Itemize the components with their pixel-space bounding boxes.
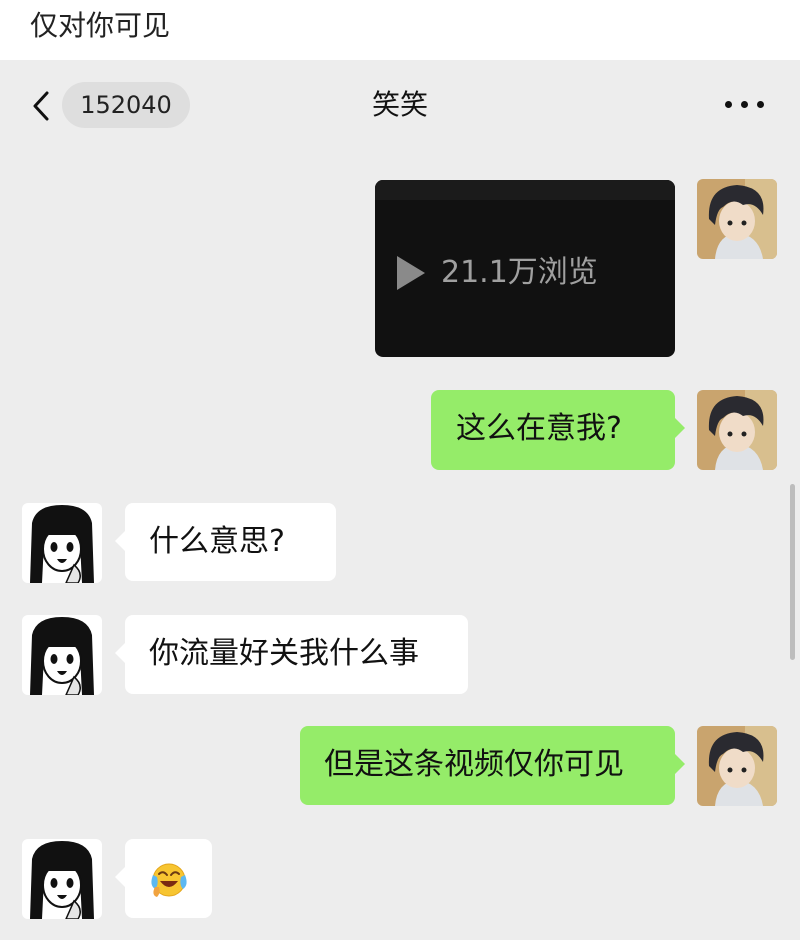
my-avatar[interactable]	[697, 726, 777, 806]
ellipsis-icon[interactable]	[722, 92, 768, 116]
contact-avatar[interactable]	[22, 615, 102, 695]
message-bubble-sent[interactable]: 这么在意我?	[431, 390, 685, 470]
message-text: 你流量好关我什么事	[149, 636, 419, 671]
contact-avatar[interactable]	[22, 839, 102, 919]
post-caption: 仅对你可见	[30, 9, 171, 42]
message-bubble-received[interactable]: 你流量好关我什么事	[115, 615, 468, 694]
contact-avatar[interactable]	[22, 503, 102, 583]
chat-title: 笑笑	[371, 88, 428, 121]
my-avatar[interactable]	[697, 390, 777, 470]
chevron-left-icon[interactable]	[28, 90, 56, 122]
message-bubble-received[interactable]	[115, 839, 212, 918]
unread-count-badge[interactable]: 152040	[62, 82, 190, 128]
chat-screen: 152040 笑笑 21.1万浏览 这么在意我? 什么意思? 你流量好关我什么事…	[0, 60, 800, 940]
laughing-crying-emoji-icon	[151, 863, 187, 897]
scrollbar[interactable]	[790, 484, 795, 660]
message-bubble-received[interactable]: 什么意思?	[115, 503, 336, 581]
message-text: 什么意思?	[149, 524, 285, 559]
video-share-card[interactable]: 21.1万浏览	[375, 180, 675, 357]
video-views: 21.1万浏览	[441, 255, 598, 290]
my-avatar[interactable]	[697, 179, 777, 259]
play-icon	[397, 256, 425, 290]
message-bubble-sent[interactable]: 但是这条视频仅你可见	[300, 726, 685, 805]
message-text: 这么在意我?	[456, 411, 622, 446]
message-text: 但是这条视频仅你可见	[324, 747, 624, 782]
